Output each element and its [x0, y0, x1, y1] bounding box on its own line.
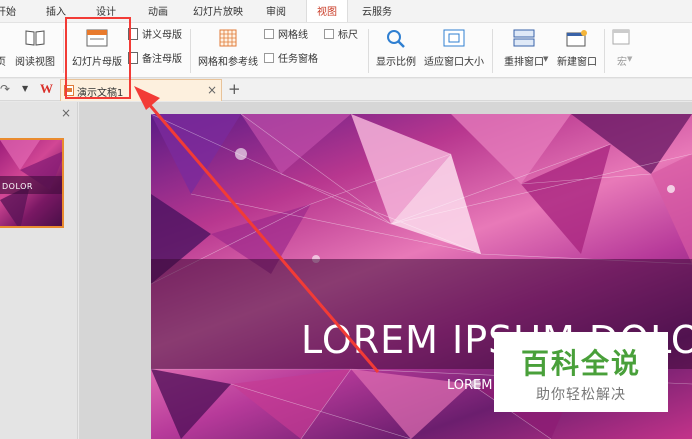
ruler-checkbox[interactable]: 标尺 [324, 28, 358, 44]
book-icon [25, 30, 45, 46]
page-view-button[interactable]: 页 [0, 23, 8, 73]
grid-icon [219, 29, 237, 47]
close-tab-icon[interactable]: × [207, 83, 217, 97]
notes-master-button[interactable]: 备注母版 [128, 52, 182, 68]
zoom-button[interactable]: 显示比例 [374, 23, 418, 73]
new-window-button[interactable]: 新建窗口 [554, 23, 600, 73]
tab-home[interactable]: 开始 [0, 0, 16, 22]
tab-cloud[interactable]: 云服务 [362, 0, 392, 22]
reading-view-button[interactable]: 阅读视图 [12, 23, 58, 73]
slides-pane: × DOLOR [0, 102, 78, 439]
chevron-down-icon[interactable]: ▼ [543, 55, 548, 63]
watermark-subtitle: 助你轻松解决 [536, 387, 626, 403]
tab-animation[interactable]: 动画 [148, 0, 168, 22]
new-tab-icon[interactable]: + [228, 80, 241, 98]
divider [63, 29, 64, 73]
redo-icon[interactable]: ↷ [0, 82, 10, 96]
chevron-down-icon[interactable]: ▼ [22, 84, 28, 93]
fit-window-button[interactable]: 适应窗口大小 [422, 23, 486, 73]
grid-guides-button[interactable]: 网格和参考线 [196, 23, 260, 73]
tab-view[interactable]: 视图 [306, 0, 348, 22]
divider [604, 29, 605, 73]
divider [492, 29, 493, 73]
watermark: 百科全说 助你轻松解决 [494, 332, 668, 412]
macro-button[interactable]: 宏 [610, 23, 634, 73]
gridlines-checkbox[interactable]: 网格线 [264, 28, 308, 44]
fit-window-icon [443, 29, 465, 47]
macro-icon [612, 29, 630, 45]
window-arrange-icon [513, 29, 535, 47]
tab-slideshow[interactable]: 幻灯片放映 [193, 0, 243, 22]
wps-logo-icon[interactable]: W [40, 81, 53, 97]
magnifier-icon [387, 30, 405, 48]
checkbox-icon [264, 53, 274, 63]
rearrange-window-button[interactable]: 重排窗口 [498, 23, 550, 73]
divider [190, 29, 191, 73]
slide-thumbnail[interactable]: DOLOR [0, 138, 64, 228]
checkbox-icon [324, 29, 334, 39]
new-window-icon [566, 30, 587, 47]
close-pane-icon[interactable]: × [61, 106, 71, 120]
annotation-highlight-box [65, 17, 131, 99]
tab-insert[interactable]: 插入 [46, 0, 66, 22]
chevron-down-icon[interactable]: ▼ [627, 55, 632, 63]
handout-master-button[interactable]: 讲义母版 [128, 28, 182, 44]
task-pane-checkbox[interactable]: 任务窗格 [264, 52, 318, 68]
tab-review[interactable]: 审阅 [266, 0, 286, 22]
watermark-title: 百科全说 [520, 347, 641, 380]
divider [368, 29, 369, 73]
checkbox-icon [264, 29, 274, 39]
